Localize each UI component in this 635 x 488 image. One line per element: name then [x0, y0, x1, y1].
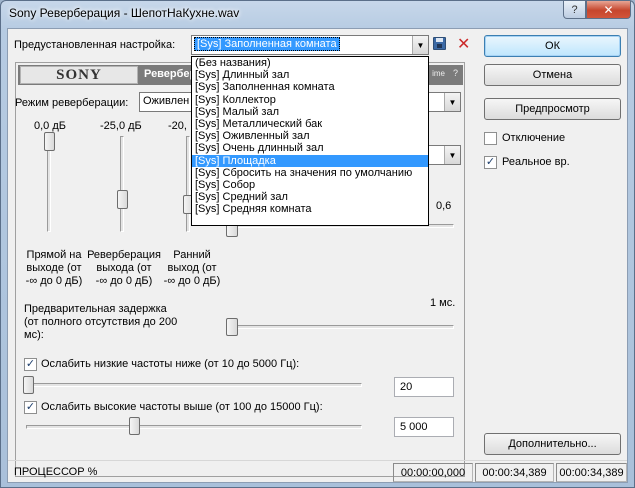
early-out-track[interactable]	[186, 136, 190, 232]
delete-preset-icon[interactable]: ✕	[457, 34, 470, 54]
preset-option[interactable]: [Sys] Собор	[192, 179, 428, 191]
status-time-length: 00:00:34,389	[556, 463, 627, 482]
high-cut-track[interactable]	[26, 425, 362, 429]
predelay-label-line: Предварительная задержка	[24, 303, 167, 315]
status-time-end-text: 00:00:34,389	[482, 466, 547, 479]
status-bar: ПРОЦЕССОР % 00:00:00,000 00:00:34,389 00…	[8, 460, 627, 483]
decay-value: 0,6	[436, 200, 452, 212]
high-cut-thumb[interactable]	[129, 417, 140, 435]
preview-button[interactable]: Предпросмотр	[484, 98, 621, 120]
preset-option[interactable]: [Sys] Сбросить на значения по умолчанию	[192, 167, 428, 179]
dry-out-value: 0,0 дБ	[34, 120, 66, 132]
preset-option[interactable]: [Sys] Коллектор	[192, 94, 428, 106]
dry-out-label: Прямой на выходе (от -∞ до 0 дБ)	[22, 249, 86, 288]
check-icon: ✓	[485, 156, 496, 168]
sony-logo: SONY	[20, 66, 138, 84]
status-time-start: 00:00:00,000	[393, 463, 473, 482]
plugin-header-text: ime	[432, 69, 445, 78]
early-out-label-line: Ранний	[173, 249, 211, 261]
preset-option[interactable]: [Sys] Малый зал	[192, 106, 428, 118]
reverb-out-track[interactable]	[120, 136, 124, 232]
advanced-button[interactable]: Дополнительно...	[484, 433, 621, 455]
advanced-button-label: Дополнительно...	[508, 438, 597, 450]
low-cut-thumb[interactable]	[23, 376, 34, 394]
close-button[interactable]: ✕	[586, 1, 631, 19]
high-cut-checkbox[interactable]: ✓	[24, 401, 37, 414]
cancel-button-label: Отмена	[532, 69, 573, 81]
ok-button-label: ОК	[545, 40, 560, 52]
ok-button[interactable]: ОК	[484, 35, 621, 57]
plugin-help-icon[interactable]: ?	[453, 68, 458, 78]
preset-combobox[interactable]: [Sys] Заполненная комната ▼	[191, 35, 429, 55]
chevron-down-icon[interactable]: ▼	[444, 146, 460, 164]
preset-label: Предустановленная настройка:	[14, 39, 176, 51]
bypass-checkbox[interactable]	[484, 132, 497, 145]
close-icon: ✕	[603, 2, 614, 17]
cpu-label: ПРОЦЕССОР %	[14, 466, 98, 478]
dry-out-label-line: выходе (от	[26, 262, 82, 274]
reverb-out-value: -25,0 дБ	[100, 120, 142, 132]
high-cut-input[interactable]: 5 000	[394, 417, 454, 437]
save-preset-icon[interactable]	[433, 37, 446, 50]
dry-out-label-line: Прямой на	[26, 249, 82, 261]
status-time-end: 00:00:34,389	[475, 463, 554, 482]
early-out-value: -20,	[168, 120, 187, 132]
help-button[interactable]: ?	[563, 1, 586, 19]
preset-option[interactable]: [Sys] Длинный зал	[192, 69, 428, 81]
check-icon: ✓	[25, 358, 36, 370]
low-cut-checkbox[interactable]: ✓	[24, 358, 37, 371]
preset-option[interactable]: [Sys] Очень длинный зал	[192, 142, 428, 154]
early-out-label-line: -∞ до 0 дБ)	[163, 275, 221, 287]
early-out-label-line: выход (от	[167, 262, 217, 274]
realtime-label: Реальное вр.	[502, 156, 570, 168]
preset-selected-value: [Sys] Заполненная комната	[194, 37, 340, 51]
preset-option[interactable]: [Sys] Средняя комната	[192, 203, 428, 215]
cancel-button[interactable]: Отмена	[484, 64, 621, 86]
preset-option[interactable]: [Sys] Оживленный зал	[192, 130, 428, 142]
early-out-label: Ранний выход (от -∞ до 0 дБ)	[158, 249, 226, 288]
status-time-start-text: 00:00:00,000	[400, 466, 466, 479]
predelay-label: Предварительная задержка (от полного отс…	[24, 303, 177, 342]
dry-out-thumb[interactable]	[44, 132, 55, 151]
preset-option[interactable]: [Sys] Средний зал	[192, 191, 428, 203]
chevron-down-icon[interactable]: ▼	[412, 36, 428, 54]
predelay-label-line: мс):	[24, 329, 44, 341]
check-icon: ✓	[25, 401, 36, 413]
status-time-length-text: 00:00:34,389	[559, 466, 624, 479]
realtime-checkbox[interactable]: ✓	[484, 156, 497, 169]
low-cut-input-value: 20	[400, 381, 413, 393]
preset-option[interactable]: [Sys] Площадка	[192, 154, 428, 167]
title-bar[interactable]: Sony Реверберация - ШепотНаКухне.wav ? ✕	[1, 1, 634, 27]
reverb-mode-value: Оживлен	[143, 95, 190, 107]
dialog-client: Предустановленная настройка: [Sys] Запол…	[7, 28, 628, 483]
dry-out-label-line: -∞ до 0 дБ)	[25, 275, 83, 287]
predelay-value: 1 мс.	[430, 297, 456, 309]
low-cut-input[interactable]: 20	[394, 377, 454, 397]
predelay-track[interactable]	[232, 325, 454, 329]
bypass-label: Отключение	[502, 132, 566, 144]
low-cut-label: Ослабить низкие частоты ниже (от 10 до 5…	[41, 358, 300, 370]
low-cut-track[interactable]	[26, 383, 362, 387]
reverb-out-thumb[interactable]	[117, 190, 128, 209]
dialog-window: Sony Реверберация - ШепотНаКухне.wav ? ✕…	[0, 0, 635, 488]
window-title: Sony Реверберация - ШепотНаКухне.wav	[9, 6, 240, 20]
high-cut-label: Ослабить высокие частоты выше (от 100 до…	[41, 401, 323, 413]
preset-option[interactable]: [Sys] Заполненная комната	[192, 81, 428, 93]
predelay-thumb[interactable]	[226, 318, 238, 336]
preview-button-label: Предпросмотр	[515, 103, 590, 115]
reverb-out-label-line: Реверберация	[87, 249, 161, 261]
predelay-label-line: (от полного отсутствия до 200	[24, 316, 178, 328]
high-cut-input-value: 5 000	[400, 421, 428, 433]
reverb-out-label-line: выхода (от	[96, 262, 152, 274]
preset-option[interactable]: [Sys] Металлический бак	[192, 118, 428, 130]
preset-dropdown-list[interactable]: (Без названия) [Sys] Длинный зал [Sys] Зап…	[191, 56, 429, 226]
help-icon: ?	[571, 3, 578, 16]
chevron-down-icon[interactable]: ▼	[444, 93, 460, 111]
reverb-mode-label: Режим реверберации:	[15, 97, 129, 109]
reverb-out-label-line: -∞ до 0 дБ)	[95, 275, 153, 287]
preset-option[interactable]: (Без названия)	[192, 57, 428, 69]
reverb-out-label: Реверберация выхода (от -∞ до 0 дБ)	[84, 249, 164, 288]
